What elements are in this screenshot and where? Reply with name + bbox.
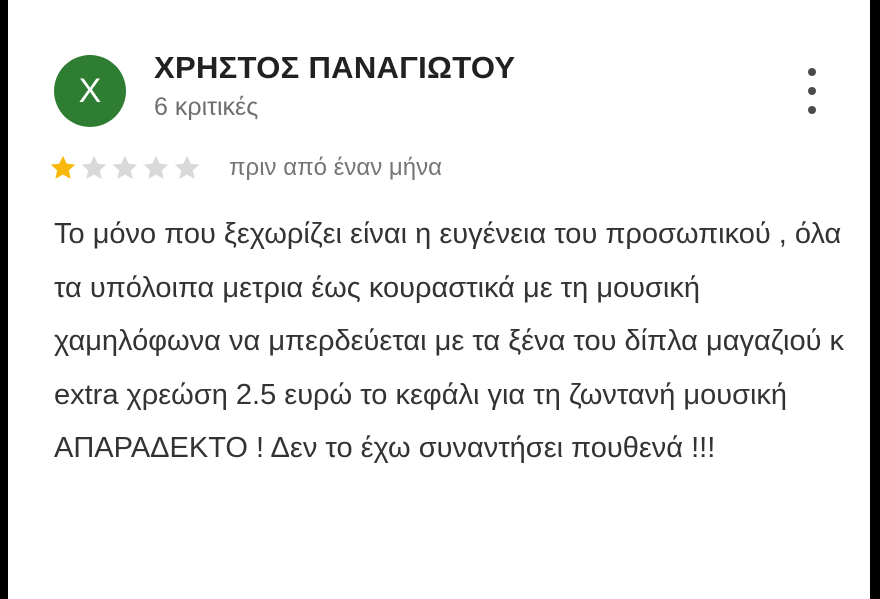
more-vert-icon[interactable]: [796, 68, 828, 114]
more-dot: [808, 68, 816, 76]
star-empty-icon: [112, 155, 138, 179]
review-date: πριν από έναν μήνα: [229, 154, 442, 181]
author-name[interactable]: ΧΡΗΣΤΟΣ ΠΑΝΑΓΙΩΤΟΥ: [154, 50, 515, 86]
star-filled-icon: [50, 155, 76, 179]
star-empty-icon: [174, 155, 200, 179]
author-review-count: 6 κριτικές: [154, 93, 259, 121]
avatar[interactable]: Χ: [54, 55, 126, 127]
avatar-initial: Χ: [78, 71, 102, 110]
star-rating: [48, 153, 203, 183]
star-empty-icon: [143, 155, 169, 179]
review-text: Το μόνο που ξεχωρίζει είναι η ευγένεια τ…: [54, 218, 844, 464]
star-empty-icon: [81, 155, 107, 179]
rating-row: πριν από έναν μήνα: [48, 150, 442, 186]
more-dot: [808, 106, 816, 114]
more-dot: [808, 87, 816, 95]
review-card: Χ ΧΡΗΣΤΟΣ ΠΑΝΑΓΙΩΤΟΥ 6 κριτικές πριν από…: [8, 0, 870, 599]
